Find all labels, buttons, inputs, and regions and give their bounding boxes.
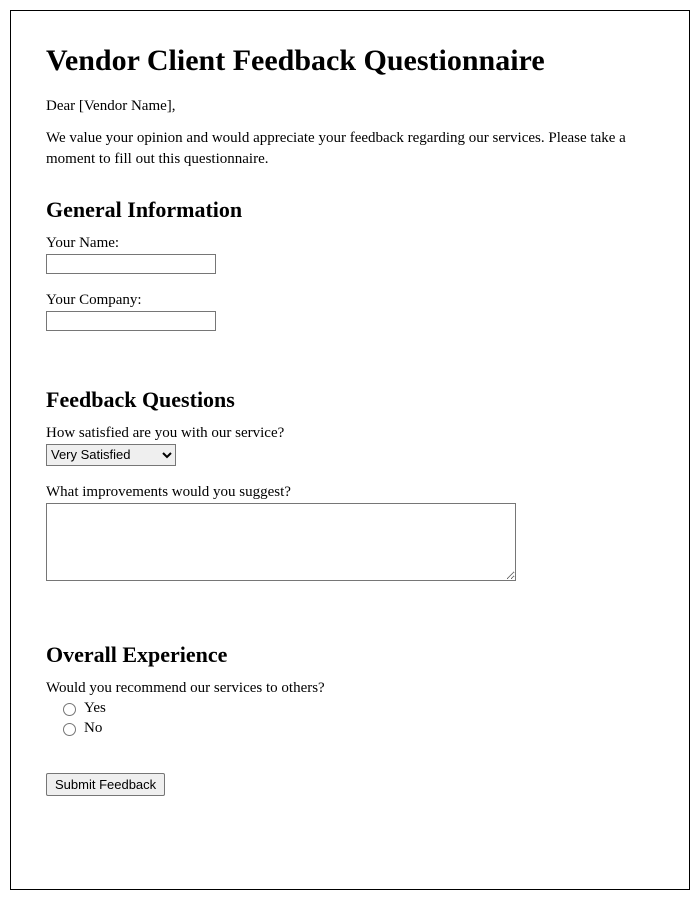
company-field: Your Company: [46,292,654,331]
recommend-field: Would you recommend our services to othe… [46,680,654,737]
improvements-field: What improvements would you suggest? [46,484,654,586]
satisfaction-field: How satisfied are you with our service? … [46,425,654,466]
recommend-no-row: No [58,719,654,737]
recommend-no-label: No [84,720,102,736]
section-heading-general: General Information [46,197,654,223]
recommend-yes-radio[interactable] [63,703,76,716]
recommend-yes-label: Yes [84,700,106,716]
form-container: Vendor Client Feedback Questionnaire Dea… [10,10,690,890]
improvements-label: What improvements would you suggest? [46,484,654,501]
recommend-yes-row: Yes [58,699,654,717]
recommend-label: Would you recommend our services to othe… [46,680,654,697]
company-label: Your Company: [46,292,654,309]
page-title: Vendor Client Feedback Questionnaire [46,44,654,78]
submit-button[interactable]: Submit Feedback [46,773,165,796]
greeting-text: Dear [Vendor Name], [46,96,654,116]
satisfaction-select[interactable]: Very Satisfied [46,444,176,466]
improvements-textarea[interactable] [46,503,516,581]
intro-text: We value your opinion and would apprecia… [46,128,654,169]
company-input[interactable] [46,311,216,331]
recommend-no-radio[interactable] [63,723,76,736]
satisfaction-label: How satisfied are you with our service? [46,425,654,442]
name-input[interactable] [46,254,216,274]
section-heading-overall: Overall Experience [46,642,654,668]
name-label: Your Name: [46,235,654,252]
name-field: Your Name: [46,235,654,274]
section-heading-feedback: Feedback Questions [46,387,654,413]
